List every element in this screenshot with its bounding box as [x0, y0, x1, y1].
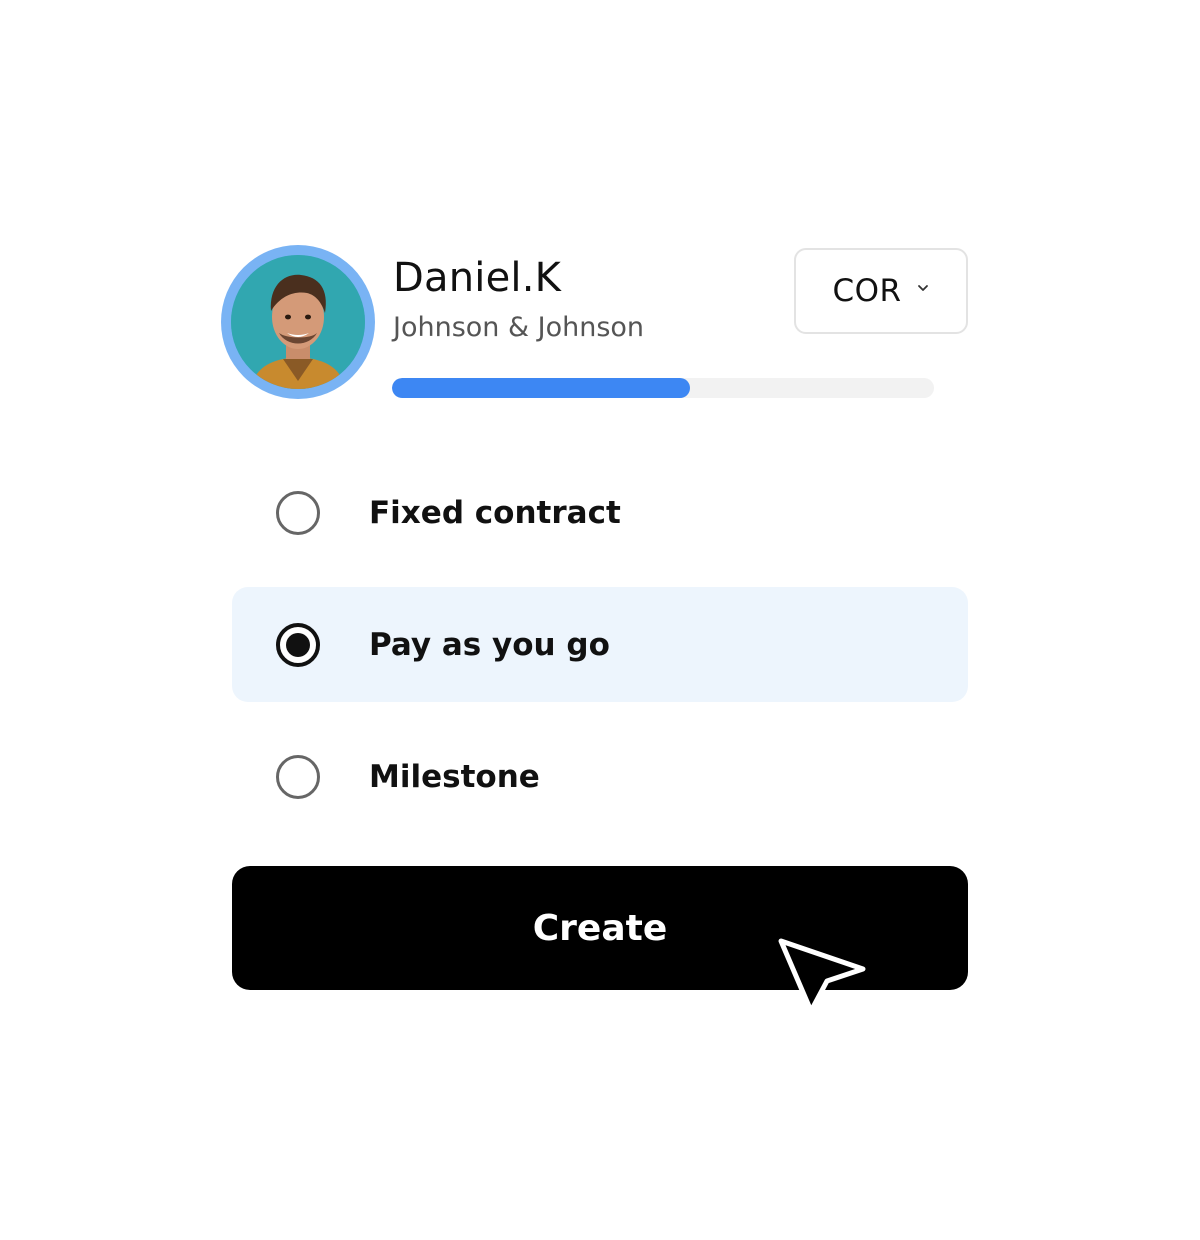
radio-fixed-contract[interactable] — [276, 490, 320, 535]
radio-milestone[interactable] — [276, 754, 320, 799]
option-milestone[interactable]: Milestone — [232, 719, 968, 834]
option-fixed-contract[interactable]: Fixed contract — [232, 455, 968, 570]
radio-pay-as-you-go[interactable] — [276, 622, 320, 667]
cursor-pointer-icon — [778, 938, 866, 1014]
chevron-down-icon — [917, 285, 928, 291]
option-label: Milestone — [369, 758, 540, 795]
profile-name: Daniel.K — [393, 255, 562, 301]
progress-bar — [392, 378, 934, 398]
currency-dropdown[interactable]: COR — [794, 248, 968, 334]
option-pay-as-you-go[interactable]: Pay as you go — [232, 587, 968, 702]
avatar-photo — [231, 255, 365, 389]
option-label: Fixed contract — [369, 494, 621, 531]
progress-fill — [392, 378, 691, 398]
avatar — [221, 245, 375, 399]
option-label: Pay as you go — [369, 626, 610, 663]
currency-label: COR — [832, 273, 902, 309]
profile-company: Johnson & Johnson — [393, 312, 645, 343]
